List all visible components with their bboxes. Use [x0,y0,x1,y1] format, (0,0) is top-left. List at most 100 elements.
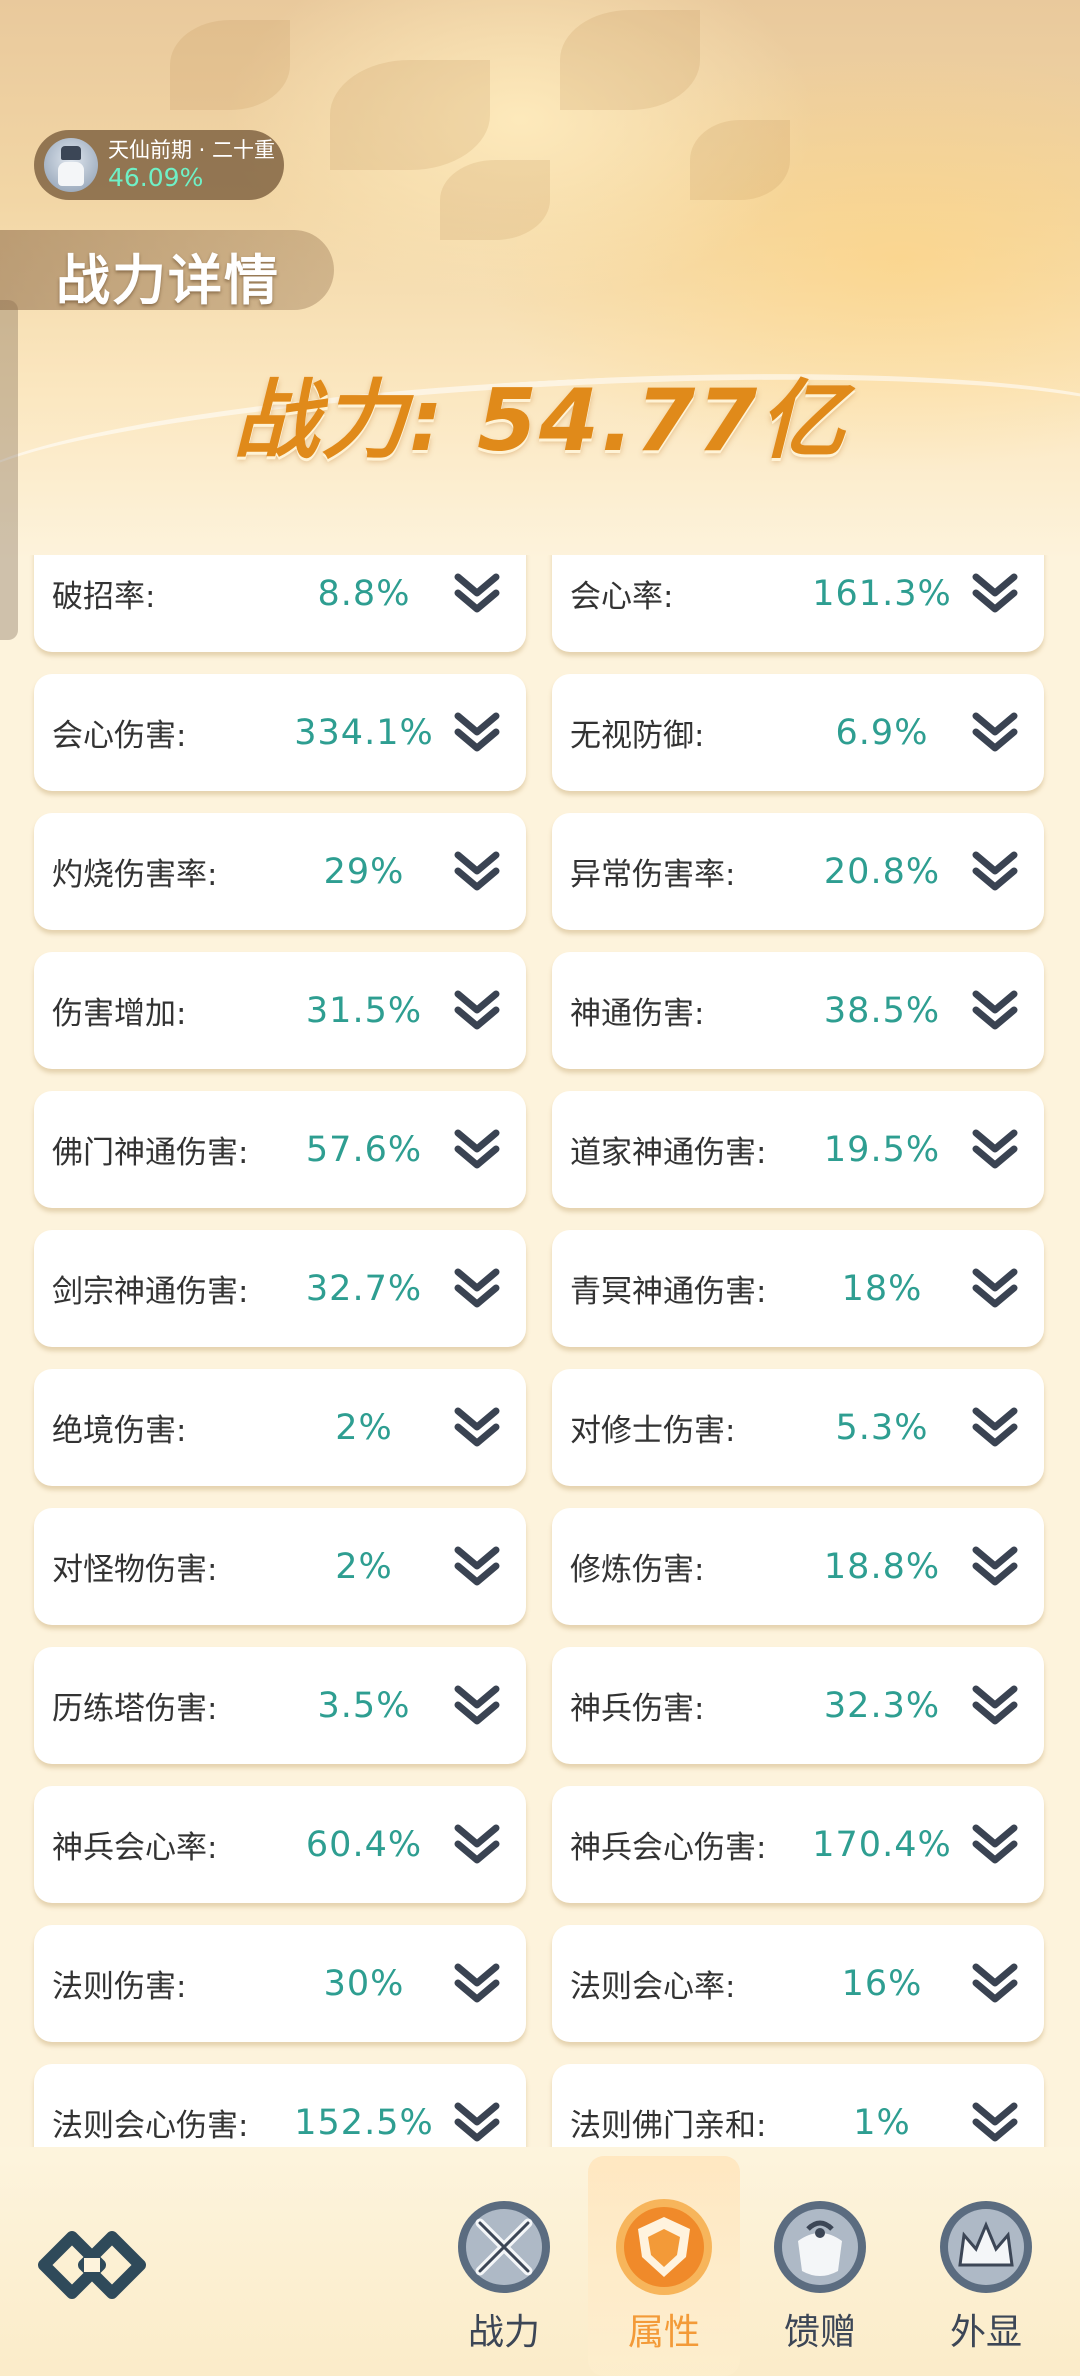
expand-chevron-icon[interactable] [970,849,1020,893]
stat-value: 18.8% [823,1546,941,1587]
stat-card[interactable]: 无视防御: 6.9% [552,674,1044,791]
stat-card[interactable]: 修炼伤害: 18.8% [552,1508,1044,1625]
stat-card[interactable]: 法则佛门亲和: 1% [552,2064,1044,2147]
expand-chevron-icon[interactable] [452,710,502,754]
stat-label: 神通伤害: [570,996,705,1032]
expand-chevron-icon[interactable] [970,1683,1020,1727]
leaf-decoration [690,120,790,200]
stat-card[interactable]: 道家神通伤害: 19.5% [552,1091,1044,1208]
stat-card[interactable]: 对修士伤害: 5.3% [552,1369,1044,1486]
expand-chevron-icon[interactable] [452,1405,502,1449]
stat-label: 绝境伤害: [52,1413,187,1449]
expand-chevron-icon[interactable] [452,988,502,1032]
stat-value: 6.9% [835,712,929,753]
stat-value: 30% [323,1963,405,2004]
stat-label: 灼烧伤害率: [52,857,218,893]
leaf-decoration [440,160,550,240]
gift-bag-icon [774,2201,866,2293]
stat-value: 152.5% [294,2102,434,2143]
expand-chevron-icon[interactable] [970,710,1020,754]
avatar [44,138,98,192]
tab-attributes[interactable]: 属性 [604,2195,724,2355]
stat-label: 法则伤害: [52,1969,187,2005]
leaf-decoration [330,60,490,170]
realm-progress: 46.09% [108,163,204,192]
expand-chevron-icon[interactable] [970,2100,1020,2144]
expand-chevron-icon[interactable] [970,1266,1020,1310]
stat-card[interactable]: 破招率: 8.8% [34,555,526,652]
tab-gifts[interactable]: 馈赠 [760,2195,880,2355]
stats-list[interactable]: 破招率: 8.8% 会心率: 161.3% 会心伤害: 334.1% 无视防御: 6.9% 灼烧… [0,555,1080,2147]
stat-label: 伤害增加: [52,996,187,1032]
stat-value: 31.5% [305,990,423,1031]
stat-card[interactable]: 绝境伤害: 2% [34,1369,526,1486]
game-logo-icon[interactable] [34,2220,150,2310]
expand-chevron-icon[interactable] [452,1266,502,1310]
stat-card[interactable]: 历练塔伤害: 3.5% [34,1647,526,1764]
stat-label: 法则会心率: [570,1969,736,2005]
stat-card[interactable]: 法则会心率: 16% [552,1925,1044,2042]
expand-chevron-icon[interactable] [452,1822,502,1866]
tab-appearance[interactable]: 外显 [926,2195,1046,2355]
expand-chevron-icon[interactable] [452,571,502,615]
expand-chevron-icon[interactable] [970,1405,1020,1449]
stat-card[interactable]: 佛门神通伤害: 57.6% [34,1091,526,1208]
stat-value: 19.5% [823,1129,941,1170]
tab-label: 馈赠 [783,2312,856,2353]
expand-chevron-icon[interactable] [452,1961,502,2005]
stat-card[interactable]: 伤害增加: 31.5% [34,952,526,1069]
stat-card[interactable]: 异常伤害率: 20.8% [552,813,1044,930]
expand-chevron-icon[interactable] [970,988,1020,1032]
expand-chevron-icon[interactable] [452,2100,502,2144]
expand-chevron-icon[interactable] [452,1683,502,1727]
stat-value: 29% [323,851,405,892]
expand-chevron-icon[interactable] [452,1127,502,1171]
stat-label: 会心伤害: [52,718,187,754]
stat-value: 334.1% [294,712,434,753]
realm-badge[interactable]: 天仙前期 · 二十重 46.09% [34,130,284,200]
expand-chevron-icon[interactable] [970,1544,1020,1588]
expand-chevron-icon[interactable] [970,1127,1020,1171]
leaf-decoration [170,20,290,110]
stat-value: 32.3% [823,1685,941,1726]
shield-icon [616,2199,712,2295]
stat-value: 3.5% [317,1685,411,1726]
expand-chevron-icon[interactable] [970,571,1020,615]
stat-card[interactable]: 会心伤害: 334.1% [34,674,526,791]
stat-card[interactable]: 神通伤害: 38.5% [552,952,1044,1069]
stat-label: 异常伤害率: [570,857,736,893]
stat-value: 1% [853,2102,911,2143]
stat-card[interactable]: 剑宗神通伤害: 32.7% [34,1230,526,1347]
stat-label: 道家神通伤害: [570,1135,767,1171]
stat-card[interactable]: 法则会心伤害: 152.5% [34,2064,526,2147]
stat-card[interactable]: 会心率: 161.3% [552,555,1044,652]
tab-combat-power[interactable]: 战力 [444,2195,564,2355]
page-title: 战力详情 [56,249,280,312]
stat-value: 161.3% [812,573,952,614]
stat-value: 2% [335,1546,393,1587]
stat-card[interactable]: 灼烧伤害率: 29% [34,813,526,930]
stat-value: 57.6% [305,1129,423,1170]
tab-label: 属性 [627,2312,700,2353]
power-value: 战力: 54.77亿 [232,371,848,471]
stat-card[interactable]: 对怪物伤害: 2% [34,1508,526,1625]
stat-card[interactable]: 神兵会心率: 60.4% [34,1786,526,1903]
stat-card[interactable]: 神兵会心伤害: 170.4% [552,1786,1044,1903]
swords-icon [458,2201,550,2293]
stat-label: 神兵会心率: [52,1830,218,1866]
stat-value: 8.8% [317,573,411,614]
stat-label: 神兵伤害: [570,1691,705,1727]
stat-label: 会心率: [570,579,674,615]
stat-label: 对修士伤害: [570,1413,736,1449]
expand-chevron-icon[interactable] [970,1961,1020,2005]
stat-value: 20.8% [823,851,941,892]
expand-chevron-icon[interactable] [970,1822,1020,1866]
stat-card[interactable]: 法则伤害: 30% [34,1925,526,2042]
expand-chevron-icon[interactable] [452,1544,502,1588]
stat-card[interactable]: 神兵伤害: 32.3% [552,1647,1044,1764]
stat-card[interactable]: 青冥神通伤害: 18% [552,1230,1044,1347]
expand-chevron-icon[interactable] [452,849,502,893]
stat-value: 38.5% [823,990,941,1031]
stat-value: 170.4% [812,1824,952,1865]
stat-label: 修炼伤害: [570,1552,705,1588]
